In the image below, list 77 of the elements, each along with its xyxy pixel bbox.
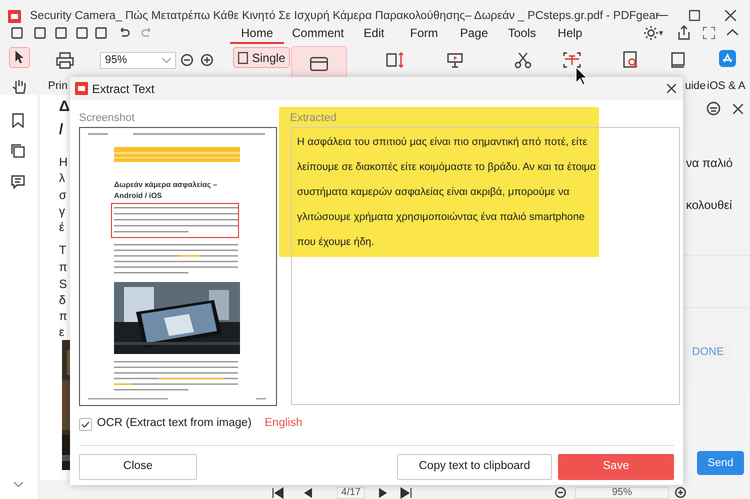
close-icon[interactable] bbox=[667, 84, 676, 93]
menu-tab[interactable]: Tools bbox=[498, 24, 546, 44]
document-text: λ bbox=[59, 171, 65, 185]
document-text: ε bbox=[59, 325, 64, 339]
guide-label: uide bbox=[685, 79, 706, 94]
close-icon[interactable] bbox=[725, 10, 736, 21]
document-text: Τ bbox=[59, 243, 66, 257]
document-text: έ bbox=[59, 220, 64, 234]
theme-icon[interactable] bbox=[644, 26, 664, 40]
presentation-icon[interactable] bbox=[446, 51, 464, 69]
chevron-down-icon bbox=[162, 58, 171, 63]
comment-icon[interactable] bbox=[11, 175, 25, 189]
search-document-icon[interactable] bbox=[622, 51, 640, 69]
chat-text: να παλιό bbox=[686, 155, 733, 172]
ios-label: iOS & A bbox=[707, 79, 746, 94]
menu-tab[interactable]: Comment bbox=[286, 24, 350, 44]
first-page-icon[interactable] bbox=[272, 487, 284, 499]
maximize-icon[interactable] bbox=[689, 10, 700, 21]
pages-icon[interactable] bbox=[11, 144, 25, 158]
document-text: π bbox=[59, 260, 68, 274]
checkmark-icon bbox=[81, 420, 90, 428]
menu-tab[interactable]: Form bbox=[398, 24, 450, 44]
ocr-checkbox[interactable] bbox=[79, 418, 92, 430]
previous-page-icon[interactable] bbox=[302, 487, 314, 499]
bookmark-icon[interactable] bbox=[12, 113, 24, 128]
document-text: H bbox=[59, 155, 68, 169]
extracted-text-area[interactable] bbox=[291, 127, 680, 405]
minimize-icon[interactable] bbox=[656, 15, 668, 17]
document-text: δ bbox=[59, 293, 66, 307]
single-page-button[interactable]: Single bbox=[233, 47, 290, 68]
last-page-icon[interactable] bbox=[400, 487, 412, 499]
collapse-icon[interactable] bbox=[727, 29, 738, 36]
send-button[interactable]: Send bbox=[697, 451, 744, 475]
fit-height-icon[interactable] bbox=[386, 51, 404, 69]
ocr-label: OCR (Extract text from image) bbox=[97, 416, 252, 432]
document-text: Δ bbox=[59, 97, 70, 117]
extracted-label: Extracted bbox=[289, 111, 338, 126]
language-link[interactable]: English bbox=[264, 415, 302, 433]
window-title: Security Camera_ Πώς Μετατρέπω Κάθε Κινητό Σε Ισχυρή Κάμερα Παρακολούθησης– Δωρεάν _ PCsteps.gr.pdf - PDFgear bbox=[30, 8, 660, 24]
chevron-down-icon[interactable] bbox=[14, 482, 23, 487]
dialog-button[interactable]: Copy text to clipboard bbox=[397, 454, 552, 480]
scissors-icon[interactable] bbox=[514, 51, 532, 69]
app-logo-icon bbox=[75, 82, 88, 95]
assistant-icon[interactable] bbox=[706, 101, 721, 116]
zoom-in-icon[interactable] bbox=[675, 487, 686, 498]
menu-tab[interactable]: Page bbox=[452, 24, 496, 44]
zoom-field[interactable]: 95% bbox=[575, 487, 669, 499]
close-icon[interactable] bbox=[733, 104, 743, 114]
menu-tab[interactable]: Help bbox=[548, 24, 592, 44]
layout-button[interactable] bbox=[291, 46, 347, 78]
document-text: σ bbox=[59, 188, 66, 202]
zoom-out-icon[interactable] bbox=[181, 54, 193, 66]
next-page-icon[interactable] bbox=[377, 487, 389, 499]
screenshot-label: Screenshot bbox=[79, 111, 136, 126]
zoom-select[interactable]: 95% bbox=[100, 52, 176, 69]
zoom-out-icon[interactable] bbox=[555, 487, 566, 498]
menu-tab[interactable]: Edit bbox=[352, 24, 396, 44]
zoom-in-icon[interactable] bbox=[201, 54, 213, 66]
text-extract-icon[interactable] bbox=[563, 51, 581, 69]
document-text: / bbox=[59, 120, 64, 140]
page-number-field[interactable]: 4/17 bbox=[337, 487, 365, 499]
dialog-title: Extract Text bbox=[92, 80, 154, 98]
app-logo-icon bbox=[8, 10, 21, 23]
menu-tab[interactable]: Home bbox=[230, 24, 284, 44]
dialog-button[interactable]: Close bbox=[79, 454, 197, 480]
fullscreen-icon[interactable] bbox=[703, 27, 715, 39]
print-label: Prin bbox=[48, 79, 68, 94]
page-icon bbox=[238, 52, 248, 64]
guide-book-icon[interactable] bbox=[669, 51, 687, 69]
document-text: S bbox=[59, 277, 68, 291]
layout-icon bbox=[310, 57, 328, 71]
pointer-tool[interactable] bbox=[9, 47, 30, 68]
document-text: γ bbox=[59, 204, 65, 218]
extracted-text: Η ασφάλεια του σπιτιού μας είναι πιο σημαντική από ποτέ, είτε λείπουμε σε διακοπές είτε κοιμόμαστε το βράδυ. Αν και τα έτοιμα συστήματα καμερών ασφαλείας είναι ακριβά, μπορούμε να γλιτώσουμε χρήματα χρησιμοποιώντας ένα παλιό smartphone που έχουμε ήδη. bbox=[297, 135, 597, 250]
chat-text: κολουθεί bbox=[686, 197, 732, 214]
app-store-icon[interactable] bbox=[719, 50, 736, 67]
document-text: π bbox=[59, 309, 68, 323]
